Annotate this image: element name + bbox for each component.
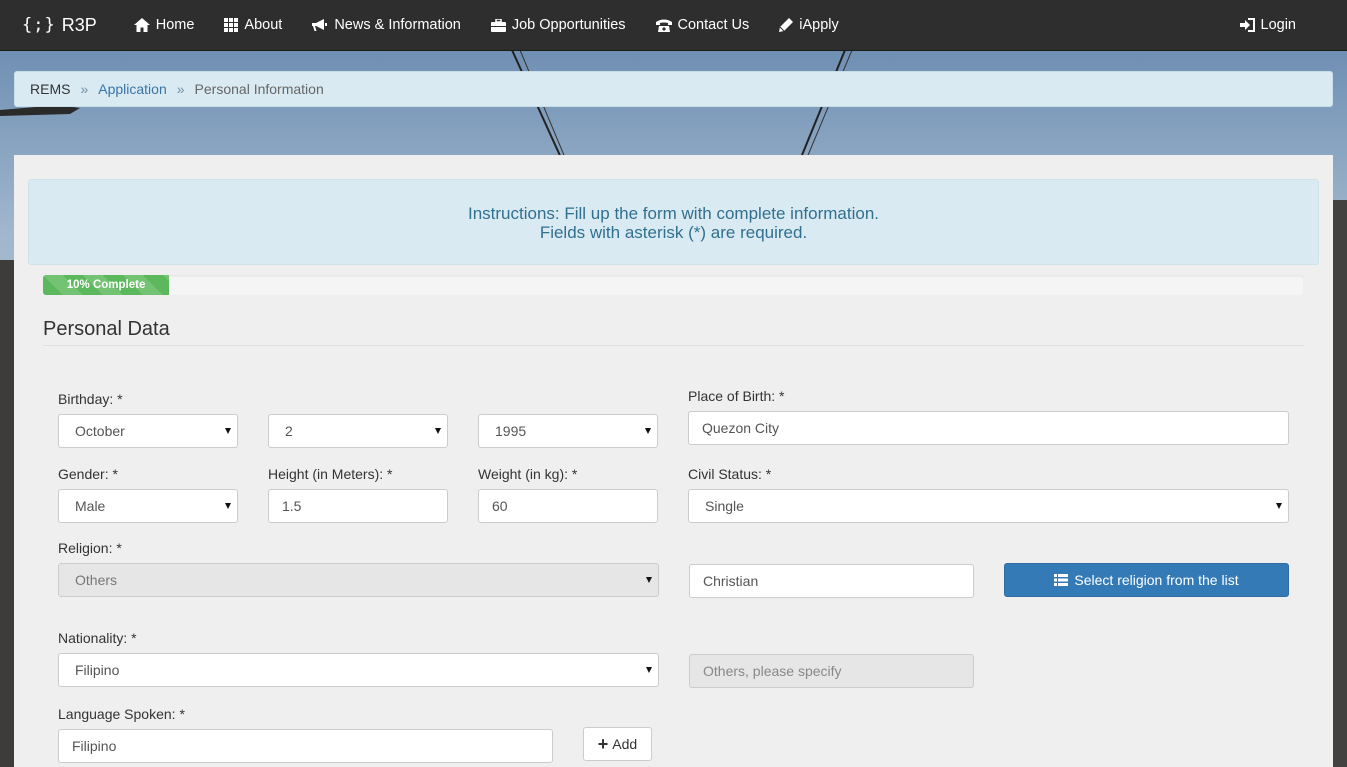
nationality-label: Nationality: * [58, 630, 137, 646]
nationality-other-placeholder: Others, please specify [703, 663, 842, 679]
breadcrumb-separator: » [176, 81, 185, 97]
instructions-line-2: Fields with asterisk (*) are required. [539, 223, 808, 242]
nav-news-label: News & Information [334, 17, 461, 33]
login-icon [1239, 18, 1255, 32]
caret-down-icon [225, 503, 231, 509]
instructions-line-1: Instructions: Fill up the form with comp… [468, 204, 879, 223]
nav-news[interactable]: News & Information [297, 0, 476, 51]
breadcrumb: REMS » Application » Personal Informatio… [14, 71, 1333, 107]
place-of-birth-input[interactable]: Quezon City [688, 411, 1289, 445]
brand-logo: {;} [22, 15, 56, 35]
religion-select[interactable]: Others [58, 563, 659, 597]
gender-value: Male [75, 498, 106, 514]
grid-icon [224, 18, 239, 32]
caret-down-icon [645, 428, 651, 434]
breadcrumb-root: REMS [30, 81, 71, 97]
birthday-day-select[interactable]: 2 [268, 414, 448, 448]
progress-track: 10% Complete [43, 275, 1304, 295]
nav-jobs[interactable]: Job Opportunities [476, 0, 641, 51]
select-religion-label: Select religion from the list [1074, 572, 1239, 588]
nav-contact-label: Contact Us [677, 17, 750, 33]
gender-label: Gender: * [58, 466, 118, 482]
section-title: Personal Data [43, 318, 170, 340]
weight-label: Weight (in kg): * [478, 466, 578, 482]
brand-link[interactable]: {;} R3P [0, 0, 119, 51]
gender-select[interactable]: Male [58, 489, 238, 523]
civil-status-value: Single [705, 498, 744, 514]
birthday-label: Birthday: * [58, 391, 123, 407]
add-language-button[interactable]: + Add [583, 727, 652, 761]
nav-about-label: About [244, 17, 283, 33]
caret-down-icon [646, 667, 652, 673]
breadcrumb-separator: » [80, 81, 89, 97]
religion-label: Religion: * [58, 540, 122, 556]
nationality-other-input[interactable]: Others, please specify [689, 654, 974, 688]
plus-icon: + [597, 734, 609, 754]
nav-login-label: Login [1260, 17, 1296, 33]
birthday-month-value: October [75, 423, 125, 439]
nav-iapply-label: iApply [799, 17, 839, 33]
nav-login[interactable]: Login [1225, 0, 1311, 51]
brand-name: R3P [61, 14, 97, 35]
civil-status-label: Civil Status: * [688, 466, 772, 482]
place-of-birth-value: Quezon City [702, 420, 780, 436]
nav-home-label: Home [155, 17, 195, 33]
progress-bar: 10% Complete [43, 275, 170, 295]
main-panel: Instructions: Fill up the form with comp… [14, 155, 1333, 767]
weight-input[interactable]: 60 [478, 489, 658, 523]
caret-down-icon [435, 428, 441, 434]
weight-value: 60 [492, 498, 508, 514]
height-label: Height (in Meters): * [268, 466, 393, 482]
religion-other-input[interactable]: Christian [689, 564, 974, 598]
language-value: Filipino [72, 738, 117, 754]
nationality-value: Filipino [75, 662, 120, 678]
select-religion-button[interactable]: Select religion from the list [1004, 563, 1289, 597]
nav-jobs-label: Job Opportunities [511, 17, 626, 33]
breadcrumb-current: Personal Information [194, 81, 324, 97]
language-input[interactable]: Filipino [58, 729, 553, 763]
pencil-icon [779, 18, 794, 32]
nav-iapply[interactable]: iApply [764, 0, 854, 51]
height-input[interactable]: 1.5 [268, 489, 448, 523]
nav-contact[interactable]: Contact Us [641, 0, 765, 51]
caret-down-icon [646, 577, 652, 583]
megaphone-icon [312, 18, 328, 31]
instructions-alert: Instructions: Fill up the form with comp… [28, 179, 1319, 265]
civil-status-select[interactable]: Single [688, 489, 1289, 523]
birthday-month-select[interactable]: October [58, 414, 238, 448]
birthday-day-value: 2 [285, 423, 293, 439]
home-icon [133, 18, 150, 32]
language-label: Language Spoken: * [58, 706, 185, 722]
height-value: 1.5 [282, 498, 302, 514]
phone-icon [655, 19, 672, 32]
section-divider [43, 345, 1304, 346]
birthday-year-value: 1995 [495, 423, 527, 439]
briefcase-icon [490, 18, 506, 32]
nationality-select[interactable]: Filipino [58, 653, 659, 687]
religion-other-value: Christian [703, 573, 759, 589]
list-icon [1054, 574, 1069, 586]
nav-about[interactable]: About [209, 0, 297, 51]
birthday-year-select[interactable]: 1995 [478, 414, 658, 448]
caret-down-icon [225, 428, 231, 434]
breadcrumb-application-link[interactable]: Application [98, 81, 167, 97]
place-of-birth-label: Place of Birth: * [688, 388, 785, 404]
religion-value: Others [75, 572, 118, 588]
caret-down-icon [1276, 503, 1282, 509]
top-navbar: {;} R3P Home About News & Information Jo… [0, 0, 1347, 51]
add-language-label: Add [612, 736, 638, 752]
nav-home[interactable]: Home [119, 0, 210, 51]
